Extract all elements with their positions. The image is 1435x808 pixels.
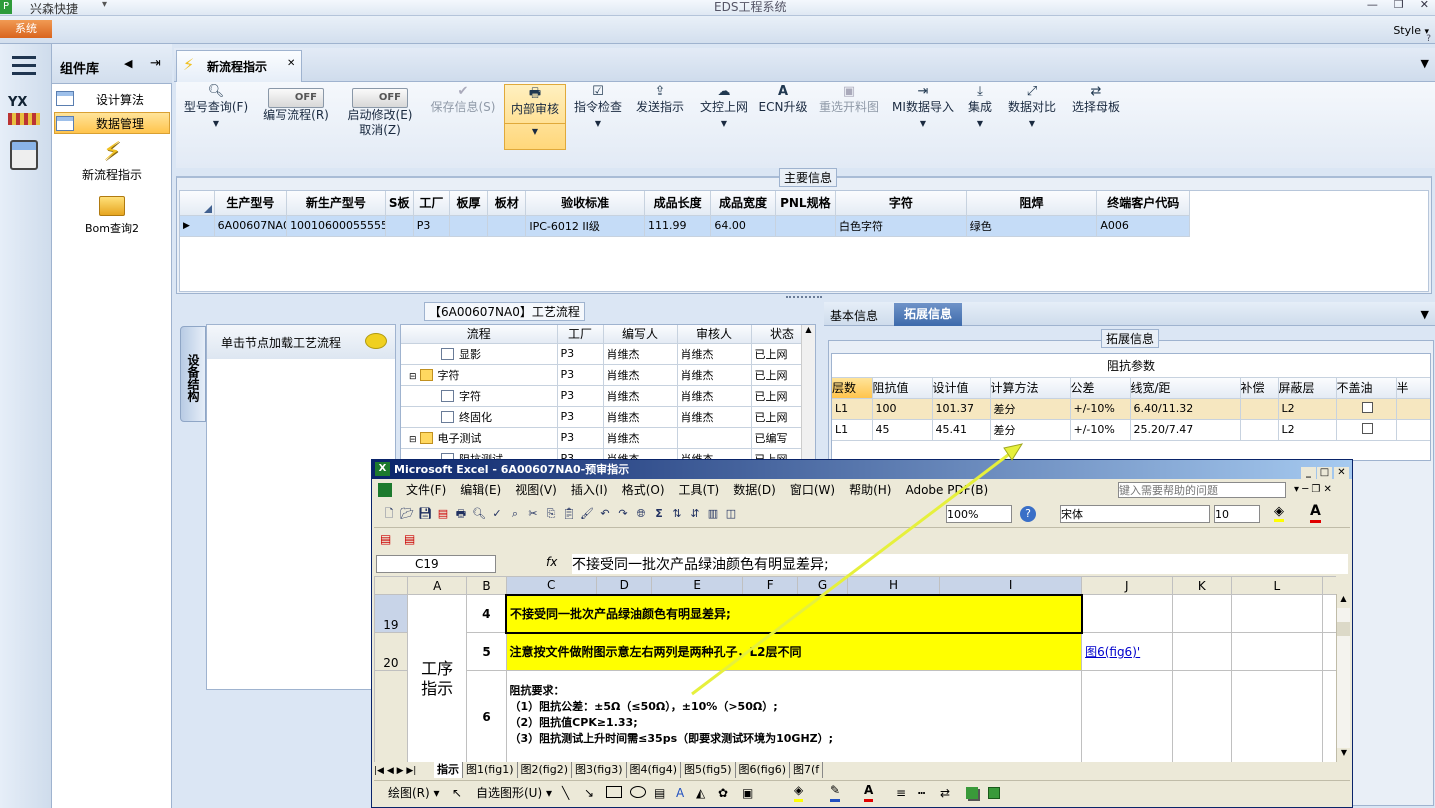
arrow-shaft <box>691 450 1013 696</box>
annotation-arrow <box>691 443 1024 696</box>
